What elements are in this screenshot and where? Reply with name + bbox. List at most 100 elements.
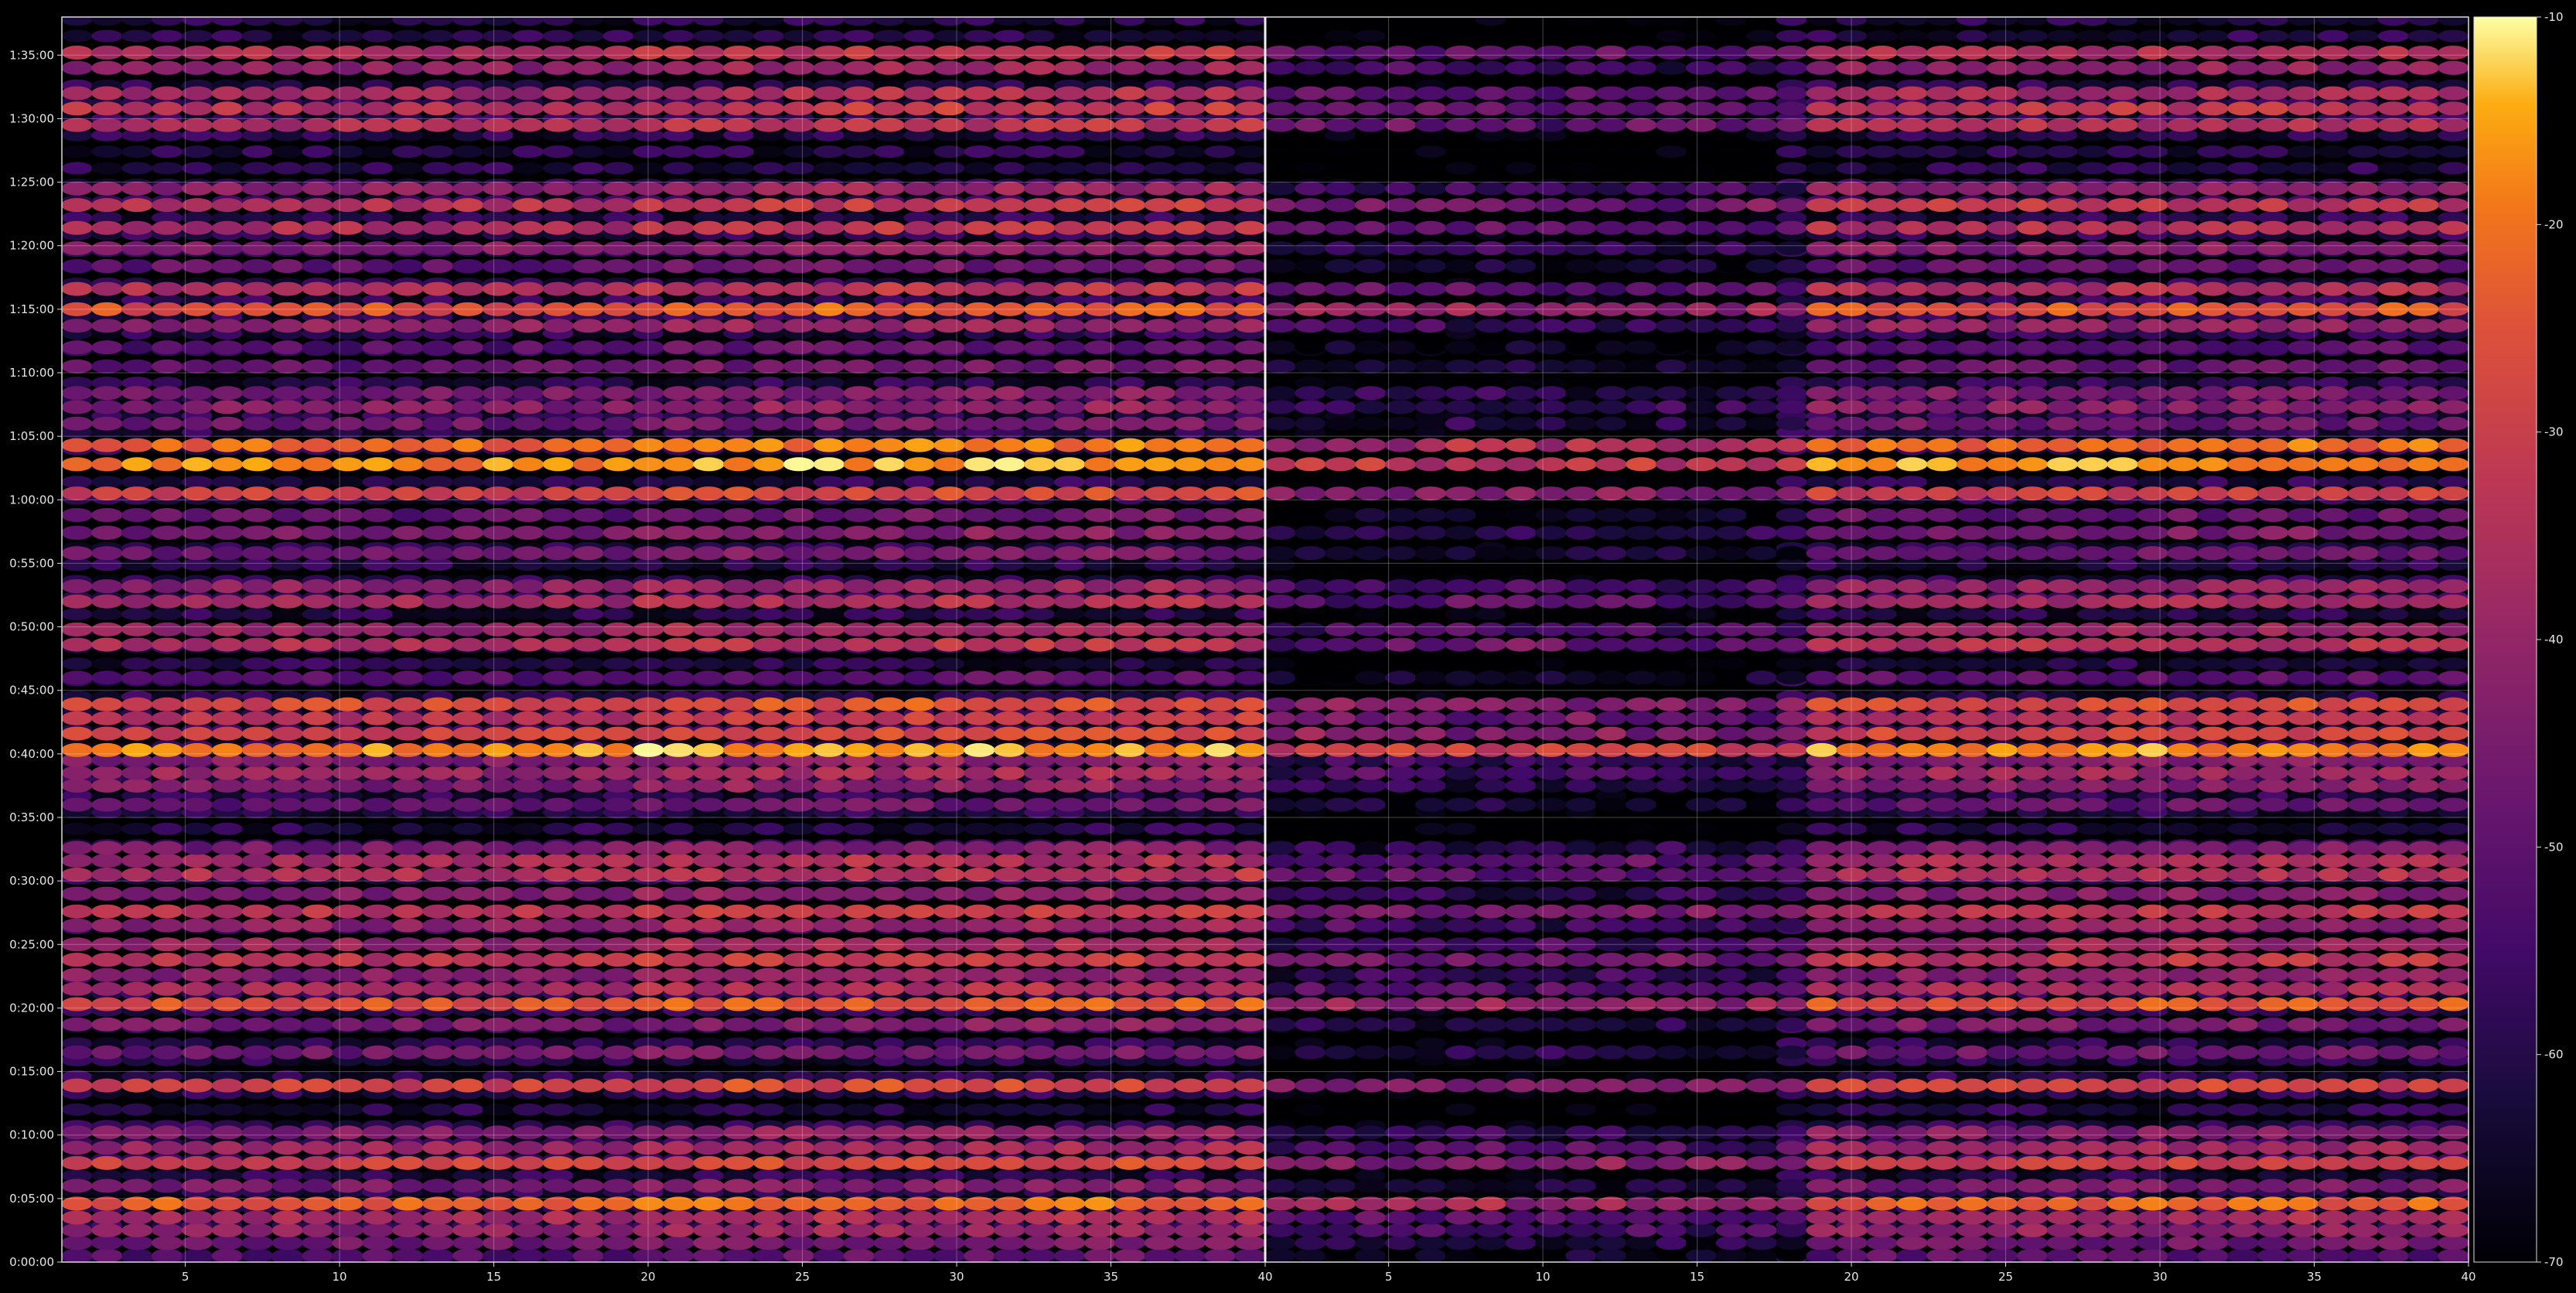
heatmap-cell <box>302 622 333 636</box>
heatmap-cell <box>1053 766 1086 780</box>
heatmap-cell <box>723 1248 755 1262</box>
heatmap-cell <box>241 457 274 472</box>
heatmap-cell <box>994 981 1025 996</box>
heatmap-cell <box>1114 778 1146 793</box>
heatmap-cell <box>91 558 123 571</box>
heatmap-cell <box>332 400 363 415</box>
heatmap-cell <box>813 1223 845 1237</box>
heatmap-cell <box>422 867 454 882</box>
heatmap-cell <box>873 711 905 725</box>
heatmap-cell <box>482 711 514 725</box>
heatmap-cell <box>121 386 153 401</box>
heatmap-cell <box>542 918 575 933</box>
heatmap-cell <box>663 526 694 540</box>
heatmap-cell <box>572 416 604 431</box>
heatmap-cell <box>422 162 454 175</box>
heatmap-cell <box>723 967 755 982</box>
heatmap-cell <box>933 1210 965 1225</box>
heatmap-cell <box>302 886 333 901</box>
heatmap-cell <box>362 1155 394 1170</box>
heatmap-cell <box>1174 1017 1206 1032</box>
heatmap-cell <box>512 340 544 355</box>
heatmap-cell <box>151 637 183 652</box>
heatmap-cell <box>151 1045 183 1059</box>
heatmap-cell <box>843 29 875 43</box>
heatmap-cell <box>121 145 153 159</box>
heatmap-cell <box>512 1125 544 1140</box>
heatmap-cell <box>91 457 123 472</box>
heatmap-cell <box>1204 319 1236 333</box>
heatmap-cell <box>783 711 815 725</box>
heatmap-cell <box>903 778 935 793</box>
heatmap-cell <box>542 17 575 26</box>
heatmap-cell <box>1174 1125 1206 1140</box>
heatmap-cell <box>452 359 484 374</box>
heatmap-cell <box>62 558 93 571</box>
heatmap-cell <box>1024 1141 1056 1155</box>
heatmap-cell <box>813 953 845 967</box>
heatmap-cell <box>452 697 484 711</box>
heatmap-cell <box>1114 340 1146 355</box>
heatmap-cell <box>994 416 1025 431</box>
heatmap-cell <box>693 904 725 919</box>
heatmap-cell <box>211 886 244 901</box>
heatmap-cell <box>602 637 634 652</box>
heatmap-cell <box>1204 867 1236 882</box>
heatmap-cell <box>933 766 965 780</box>
heatmap-cell <box>903 766 935 780</box>
heatmap-cell <box>723 997 755 1012</box>
heatmap-cell <box>663 1179 694 1193</box>
heatmap-cell <box>121 1223 153 1237</box>
heatmap-cell <box>151 766 183 780</box>
heatmap-cell <box>211 438 244 452</box>
heatmap-cell <box>723 797 755 812</box>
heatmap-cell <box>693 526 725 540</box>
heatmap-cell <box>392 340 424 355</box>
heatmap-cell <box>572 657 604 670</box>
heatmap-cell <box>783 1017 815 1032</box>
heatmap-cell <box>392 841 424 855</box>
heatmap-cell <box>542 416 575 431</box>
heatmap-cell <box>813 1179 845 1193</box>
heatmap-cell <box>873 637 905 652</box>
heatmap-cell <box>843 1141 875 1155</box>
heatmap-cell <box>452 1223 484 1237</box>
heatmap-cell <box>181 766 213 780</box>
heatmap-cell <box>933 1179 965 1193</box>
heatmap-cell <box>482 637 514 652</box>
heatmap-cell <box>1114 526 1146 540</box>
heatmap-cell <box>1053 904 1086 919</box>
heatmap-cell <box>752 841 785 855</box>
heatmap-cell <box>1204 1017 1236 1032</box>
heatmap-cell <box>964 953 995 967</box>
heatmap-cell <box>994 1210 1025 1225</box>
heatmap-cell <box>843 797 875 812</box>
heatmap-cell <box>181 1103 213 1116</box>
heatmap-cell <box>482 670 514 685</box>
heatmap-cell <box>1204 29 1236 43</box>
heatmap-cell <box>1174 967 1206 982</box>
heatmap-cell <box>693 579 725 593</box>
heatmap-cell <box>873 476 905 489</box>
heatmap-cell <box>723 17 755 26</box>
heatmap-cell <box>362 1248 394 1262</box>
heatmap-cell <box>392 1236 424 1250</box>
heatmap-cell <box>302 145 333 159</box>
heatmap-cell <box>542 622 575 636</box>
heatmap-cell <box>482 657 514 670</box>
heatmap-cell <box>1053 711 1086 725</box>
heatmap-cell <box>362 1141 394 1155</box>
heatmap-cell <box>723 1141 755 1155</box>
heatmap-cell <box>572 438 604 452</box>
heatmap-cell <box>62 1210 93 1225</box>
heatmap-cell <box>693 697 725 711</box>
heatmap-cell <box>752 416 785 431</box>
heatmap-cell <box>302 1248 333 1262</box>
heatmap-cell <box>1024 622 1056 636</box>
heatmap-cell <box>663 416 694 431</box>
heatmap-cell <box>813 29 845 43</box>
heatmap-cell <box>392 1179 424 1193</box>
heatmap-cell <box>663 766 694 780</box>
heatmap-cell <box>1144 594 1176 609</box>
heatmap-cell <box>903 711 935 725</box>
